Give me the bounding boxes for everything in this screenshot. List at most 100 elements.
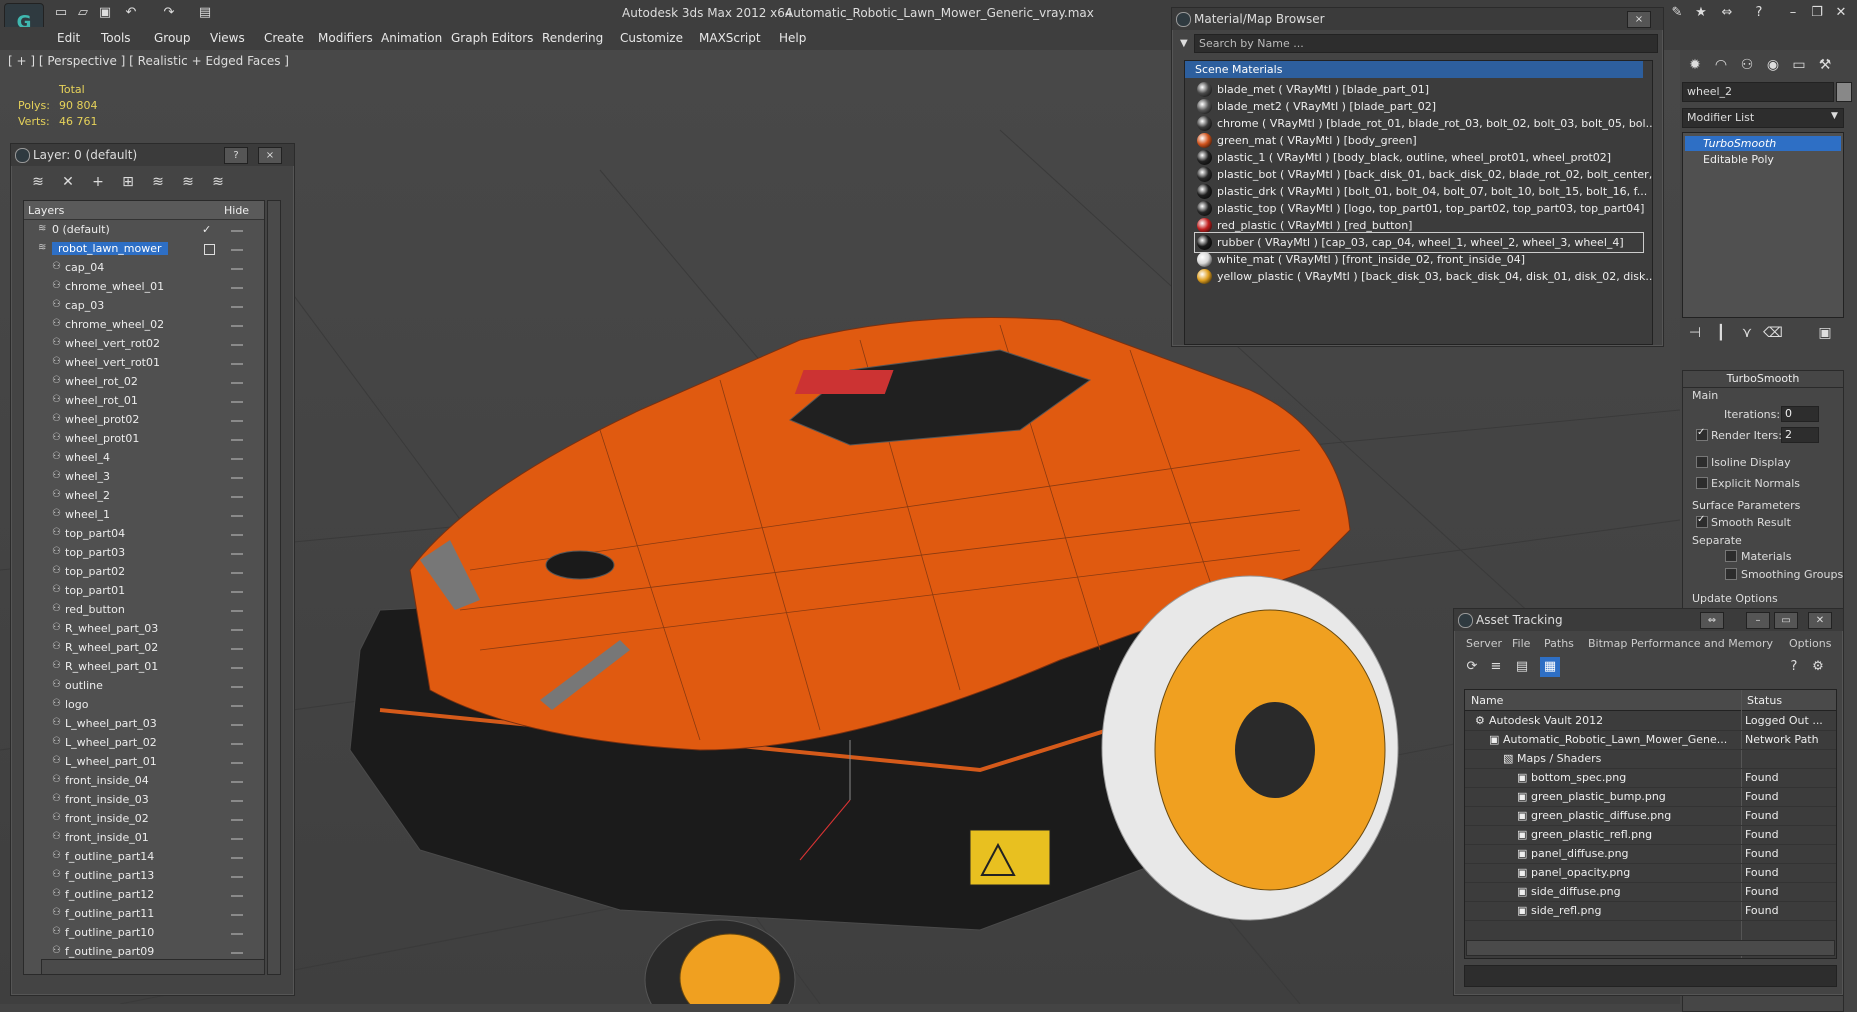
hide-toggle[interactable] (231, 344, 243, 346)
hide-toggle[interactable] (231, 781, 243, 783)
asset-row[interactable]: ▧ Maps / Shaders (1465, 749, 1836, 769)
object-row[interactable]: ⚇ chrome_wheel_02 (24, 316, 264, 335)
hide-toggle[interactable] (231, 458, 243, 460)
hide-toggle[interactable] (231, 610, 243, 612)
hide-toggle[interactable] (231, 648, 243, 650)
close-window-icon[interactable]: ✕ (1832, 4, 1850, 22)
asset-path-field[interactable] (1464, 965, 1837, 987)
hide-toggle[interactable] (231, 876, 243, 878)
hide-toggle[interactable] (231, 439, 243, 441)
object-row[interactable]: ⚇ top_part04 (24, 525, 264, 544)
object-row[interactable]: ⚇ logo (24, 696, 264, 715)
redo-icon[interactable]: ↷ (160, 4, 178, 22)
object-row[interactable]: ⚇ f_outline_part12 (24, 886, 264, 905)
communication-icon[interactable]: ⇔ (1718, 4, 1736, 22)
hide-toggle[interactable] (231, 724, 243, 726)
asset-tracking-window[interactable]: Asset Tracking ⇔ – ▭ ✕ Server File Paths… (1453, 608, 1844, 996)
menu-maxscript[interactable]: MAXScript (699, 31, 761, 45)
object-row[interactable]: ⚇ outline (24, 677, 264, 696)
object-row[interactable]: ⚇ chrome_wheel_01 (24, 278, 264, 297)
hide-toggle[interactable] (231, 800, 243, 802)
asset-row[interactable]: ▣ green_plastic_diffuse.png Found (1465, 806, 1836, 826)
object-row[interactable]: ⚇ cap_03 (24, 297, 264, 316)
object-row[interactable]: ⚇ wheel_rot_02 (24, 373, 264, 392)
tree-view-icon[interactable]: ▤ (1512, 657, 1532, 677)
menu-views[interactable]: Views (210, 31, 245, 45)
asset-row[interactable]: ▣ panel_opacity.png Found (1465, 863, 1836, 883)
hide-toggle[interactable] (231, 914, 243, 916)
restore-window-icon[interactable]: ❐ (1808, 4, 1826, 22)
stack-item-turbosmooth[interactable]: TurboSmooth (1685, 136, 1841, 151)
asset-row[interactable]: ▣ side_diffuse.png Found (1465, 882, 1836, 902)
favorites-icon[interactable]: ★ (1692, 4, 1710, 22)
smooth-result-checkbox[interactable] (1696, 514, 1708, 528)
list-view-icon[interactable]: ≡ (1486, 657, 1506, 677)
object-row[interactable]: ⚇ f_outline_part14 (24, 848, 264, 867)
object-row[interactable]: ⚇ f_outline_part10 (24, 924, 264, 943)
show-end-result-icon[interactable]: ┃ (1710, 322, 1732, 344)
hide-toggle[interactable] (231, 572, 243, 574)
set-current-layer-box[interactable] (204, 244, 215, 255)
object-row[interactable]: ⚇ wheel_4 (24, 449, 264, 468)
asset-table[interactable]: Name Status ⚙ Autodesk Vault 2012 Logged O… (1464, 689, 1837, 959)
at-menu-bitmap[interactable]: Bitmap Performance and Memory (1588, 637, 1773, 650)
layer-row[interactable]: ≋ robot_lawn_mower (24, 240, 264, 259)
iterations-spinner[interactable]: 0 (1781, 406, 1819, 422)
menu-modifiers[interactable]: Modifiers (318, 31, 373, 45)
hide-toggle[interactable] (231, 496, 243, 498)
hide-toggle[interactable] (231, 477, 243, 479)
menu-create[interactable]: Create (264, 31, 304, 45)
col-status[interactable]: Status (1747, 694, 1782, 707)
dropdown-arrow-icon[interactable]: ▼ (1180, 38, 1188, 49)
modifier-list-dropdown[interactable]: Modifier List ▼ (1682, 108, 1844, 128)
hide-toggle[interactable] (231, 952, 243, 954)
hide-toggle[interactable] (231, 401, 243, 403)
hide-toggle[interactable] (231, 287, 243, 289)
object-row[interactable]: ⚇ L_wheel_part_01 (24, 753, 264, 772)
object-row[interactable]: ⚇ top_part01 (24, 582, 264, 601)
object-row[interactable]: ⚇ wheel_1 (24, 506, 264, 525)
utilities-tab-icon[interactable]: ⚒ (1814, 54, 1836, 76)
hide-toggle[interactable] (231, 895, 243, 897)
object-row[interactable]: ⚇ L_wheel_part_03 (24, 715, 264, 734)
hide-toggle[interactable] (231, 553, 243, 555)
object-row[interactable]: ⚇ red_button (24, 601, 264, 620)
hide-toggle[interactable] (231, 230, 243, 232)
create-tab-icon[interactable]: ✹ (1684, 54, 1706, 76)
explicit-normals-checkbox[interactable] (1696, 477, 1708, 489)
menu-animation[interactable]: Animation (381, 31, 442, 45)
scene-materials-group[interactable]: Scene Materials (1185, 61, 1643, 78)
object-name-field[interactable]: wheel_2 (1682, 82, 1834, 102)
asset-horizontal-scrollbar[interactable] (1466, 940, 1835, 956)
hide-toggle[interactable] (231, 382, 243, 384)
asset-row[interactable]: ▣ green_plastic_bump.png Found (1465, 787, 1836, 807)
display-tab-icon[interactable]: ▭ (1788, 54, 1810, 76)
layer-list[interactable]: Layers Hide ≋ 0 (default) ✓ ≋ robot_lawn_mow… (23, 200, 265, 975)
hierarchy-tab-icon[interactable]: ⚇ (1736, 54, 1758, 76)
hide-toggle[interactable] (231, 306, 243, 308)
layer-vertical-scrollbar[interactable] (267, 200, 281, 975)
hide-toggle[interactable] (231, 705, 243, 707)
menu-edit[interactable]: Edit (57, 31, 80, 45)
material-list[interactable]: Scene Materials blade_met ( VRayMtl ) [b… (1184, 60, 1653, 345)
object-row[interactable]: ⚇ front_inside_02 (24, 810, 264, 829)
asset-tracking-titlebar[interactable]: Asset Tracking ⇔ – ▭ ✕ (1454, 609, 1843, 631)
object-row[interactable]: ⚇ top_part03 (24, 544, 264, 563)
object-row[interactable]: ⚇ front_inside_04 (24, 772, 264, 791)
viewport-label[interactable]: [ + ] [ Perspective ] [ Realistic + Edge… (8, 54, 289, 68)
remove-modifier-icon[interactable]: ⌫ (1762, 322, 1784, 344)
hide-toggle[interactable] (231, 762, 243, 764)
hide-toggle[interactable] (231, 629, 243, 631)
at-menu-server[interactable]: Server (1466, 637, 1502, 650)
object-row[interactable]: ⚇ front_inside_03 (24, 791, 264, 810)
help-icon[interactable]: ? (1784, 657, 1804, 677)
asset-row[interactable]: ▣ bottom_spec.png Found (1465, 768, 1836, 788)
material-row[interactable]: yellow_plastic ( VRayMtl ) [back_disk_03… (1195, 267, 1652, 286)
smoothing-groups-checkbox[interactable] (1725, 568, 1737, 580)
hide-toggle[interactable] (231, 933, 243, 935)
hide-toggle[interactable] (231, 534, 243, 536)
highlight-layer-icon[interactable]: ≋ (148, 172, 168, 192)
refresh-icon[interactable]: ⟳ (1462, 657, 1482, 677)
maximize-icon[interactable]: ▭ (1774, 612, 1798, 629)
menu-rendering[interactable]: Rendering (542, 31, 603, 45)
